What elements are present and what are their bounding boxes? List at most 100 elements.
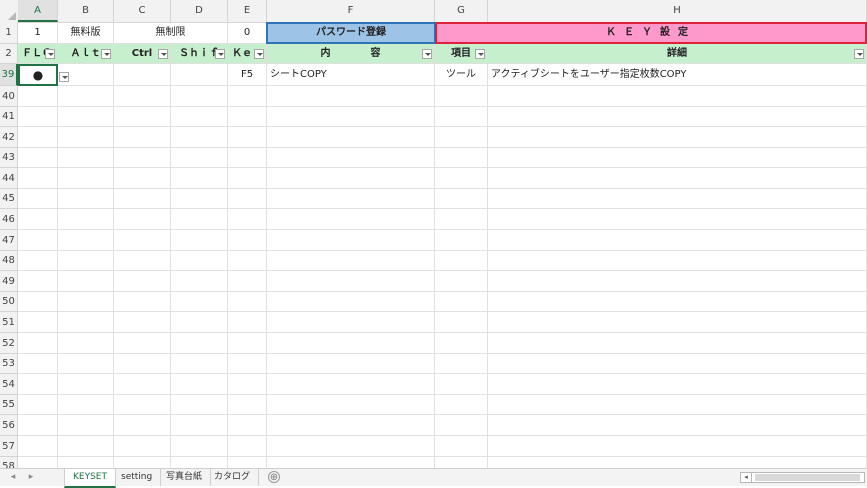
row-header-47[interactable]: 47 xyxy=(0,230,18,251)
cell-e39-key[interactable]: F5 xyxy=(228,64,267,86)
empty-cell[interactable] xyxy=(58,333,114,354)
empty-cell[interactable] xyxy=(114,333,171,354)
empty-cell[interactable] xyxy=(171,374,228,395)
empty-cell[interactable] xyxy=(435,168,488,189)
empty-cell[interactable] xyxy=(228,148,267,168)
empty-cell[interactable] xyxy=(488,107,867,127)
empty-cell[interactable] xyxy=(114,107,171,127)
empty-cell[interactable] xyxy=(488,168,867,189)
empty-cell[interactable] xyxy=(267,251,435,271)
empty-cell[interactable] xyxy=(114,209,171,230)
empty-cell[interactable] xyxy=(267,209,435,230)
empty-cell[interactable] xyxy=(267,230,435,251)
row-header-2[interactable]: 2 xyxy=(0,44,18,64)
empty-cell[interactable] xyxy=(267,292,435,312)
column-header-e[interactable]: E xyxy=(228,0,267,22)
empty-cell[interactable] xyxy=(228,230,267,251)
empty-cell[interactable] xyxy=(228,436,267,457)
empty-cell[interactable] xyxy=(435,292,488,312)
filter-dropdown-icon[interactable] xyxy=(422,49,432,59)
empty-cell[interactable] xyxy=(228,354,267,374)
empty-cell[interactable] xyxy=(488,374,867,395)
empty-cell[interactable] xyxy=(58,354,114,374)
empty-cell[interactable] xyxy=(58,230,114,251)
empty-cell[interactable] xyxy=(267,271,435,292)
select-all-corner[interactable] xyxy=(0,0,19,22)
empty-cell[interactable] xyxy=(18,292,58,312)
empty-cell[interactable] xyxy=(228,292,267,312)
key-settings-button[interactable]: ＫＥＹ設定 xyxy=(435,22,867,44)
column-header-a[interactable]: A xyxy=(18,0,58,22)
empty-cell[interactable] xyxy=(435,395,488,415)
empty-cell[interactable] xyxy=(58,86,114,107)
empty-cell[interactable] xyxy=(435,148,488,168)
empty-cell[interactable] xyxy=(171,271,228,292)
header-alt[interactable]: Ａｌｔ xyxy=(58,44,114,64)
empty-cell[interactable] xyxy=(435,312,488,333)
empty-cell[interactable] xyxy=(58,209,114,230)
cell-b1[interactable]: 無料版 xyxy=(58,22,114,44)
header-ctrl[interactable]: Ctrl xyxy=(114,44,171,64)
empty-cell[interactable] xyxy=(58,457,114,468)
column-header-h[interactable]: H xyxy=(488,0,867,22)
empty-cell[interactable] xyxy=(58,395,114,415)
empty-cell[interactable] xyxy=(267,457,435,468)
empty-cell[interactable] xyxy=(488,436,867,457)
empty-cell[interactable] xyxy=(435,230,488,251)
sheet-tab-photo-mount[interactable]: 写真台紙 xyxy=(158,469,212,486)
column-header-c[interactable]: C xyxy=(114,0,171,22)
empty-cell[interactable] xyxy=(267,395,435,415)
row-header-54[interactable]: 54 xyxy=(0,374,18,395)
empty-cell[interactable] xyxy=(171,292,228,312)
header-shift[interactable]: Ｓｈｉｆ xyxy=(171,44,228,64)
empty-cell[interactable] xyxy=(228,374,267,395)
empty-cell[interactable] xyxy=(228,107,267,127)
header-item[interactable]: 項目 xyxy=(435,44,488,64)
empty-cell[interactable] xyxy=(488,354,867,374)
row-header-58[interactable]: 58 xyxy=(0,457,18,468)
empty-cell[interactable] xyxy=(488,292,867,312)
cell-c1[interactable]: 無制限 xyxy=(114,22,228,44)
row-header-52[interactable]: 52 xyxy=(0,333,18,354)
empty-cell[interactable] xyxy=(228,457,267,468)
empty-cell[interactable] xyxy=(267,333,435,354)
row-header-40[interactable]: 40 xyxy=(0,86,18,107)
empty-cell[interactable] xyxy=(228,312,267,333)
empty-cell[interactable] xyxy=(488,415,867,436)
empty-cell[interactable] xyxy=(171,354,228,374)
empty-cell[interactable] xyxy=(435,374,488,395)
empty-cell[interactable] xyxy=(228,333,267,354)
empty-cell[interactable] xyxy=(171,395,228,415)
empty-cell[interactable] xyxy=(228,189,267,209)
sheet-tab-setting[interactable]: setting xyxy=(113,469,162,486)
column-header-d[interactable]: D xyxy=(171,0,228,22)
empty-cell[interactable] xyxy=(267,127,435,148)
empty-cell[interactable] xyxy=(267,107,435,127)
empty-cell[interactable] xyxy=(58,107,114,127)
empty-cell[interactable] xyxy=(267,86,435,107)
row-header-50[interactable]: 50 xyxy=(0,292,18,312)
empty-cell[interactable] xyxy=(435,86,488,107)
empty-cell[interactable] xyxy=(171,436,228,457)
empty-cell[interactable] xyxy=(488,86,867,107)
empty-cell[interactable] xyxy=(488,148,867,168)
empty-cell[interactable] xyxy=(114,436,171,457)
empty-cell[interactable] xyxy=(18,107,58,127)
empty-cell[interactable] xyxy=(488,312,867,333)
row-header-1[interactable]: 1 xyxy=(0,22,18,44)
empty-cell[interactable] xyxy=(18,148,58,168)
empty-cell[interactable] xyxy=(171,251,228,271)
column-header-f[interactable]: F xyxy=(267,0,435,22)
empty-cell[interactable] xyxy=(18,395,58,415)
cell-c39[interactable] xyxy=(114,64,171,86)
empty-cell[interactable] xyxy=(435,251,488,271)
empty-cell[interactable] xyxy=(114,271,171,292)
empty-cell[interactable] xyxy=(114,168,171,189)
empty-cell[interactable] xyxy=(488,251,867,271)
empty-cell[interactable] xyxy=(114,457,171,468)
empty-cell[interactable] xyxy=(435,333,488,354)
empty-cell[interactable] xyxy=(114,189,171,209)
empty-cell[interactable] xyxy=(114,395,171,415)
row-header-41[interactable]: 41 xyxy=(0,107,18,127)
empty-cell[interactable] xyxy=(171,457,228,468)
